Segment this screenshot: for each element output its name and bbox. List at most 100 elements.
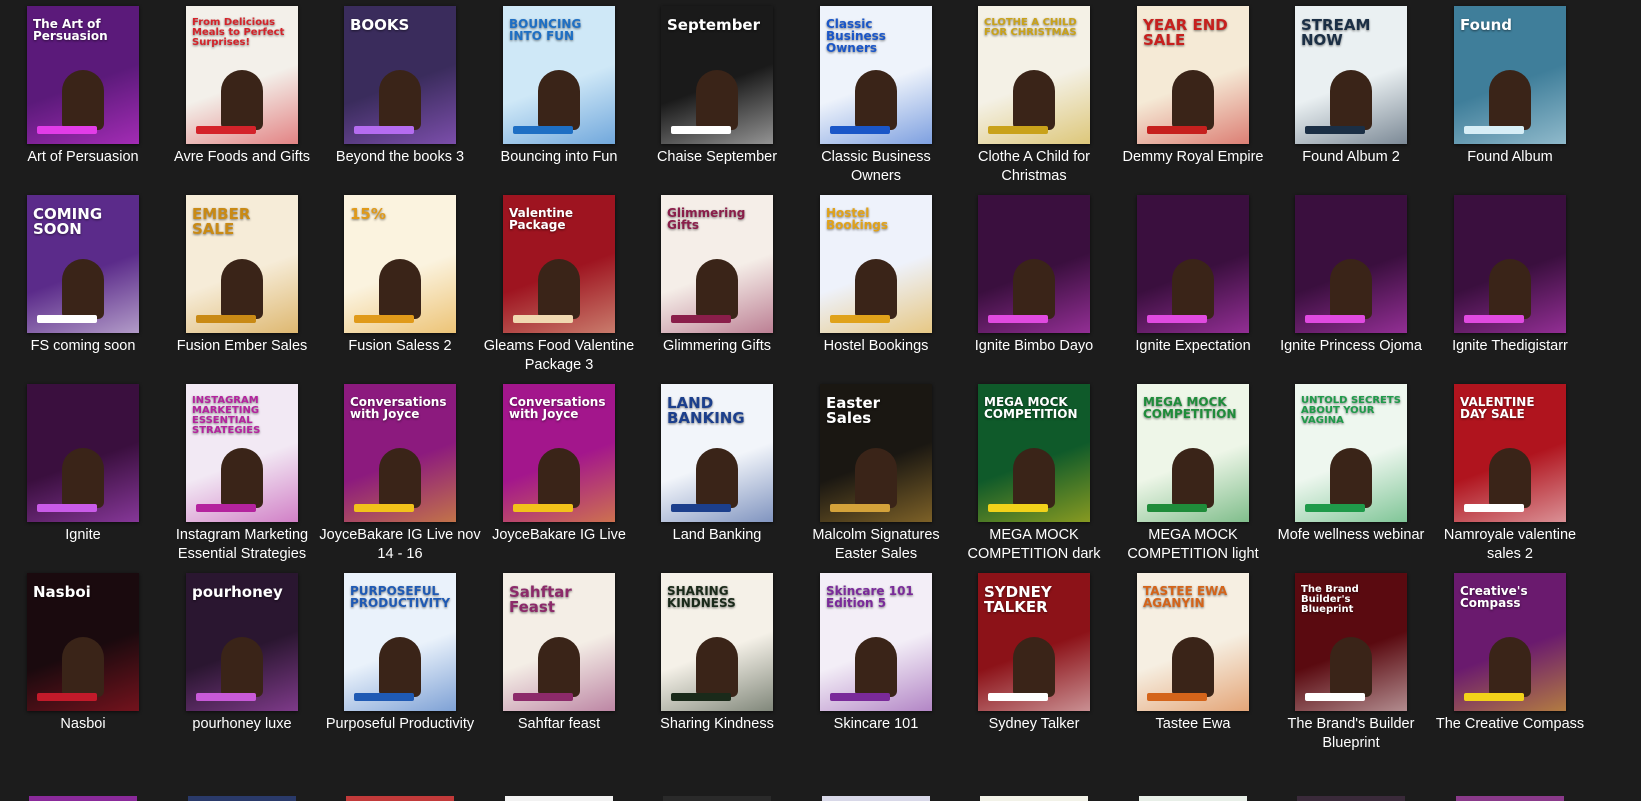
file-item[interactable]: Valentine Package Gleams Food Valentine P…	[476, 189, 642, 379]
image-thumbnail-icon[interactable]: STREAM NOW	[1295, 6, 1407, 144]
file-item[interactable]: LAND BANKING Land Banking	[634, 378, 800, 568]
file-item[interactable]: Ignite Bimbo Dayo	[951, 189, 1117, 379]
partial-thumbnail[interactable]	[1297, 796, 1405, 801]
file-item[interactable]: INSTAGRAM MARKETING ESSENTIAL STRATEGIES…	[159, 378, 325, 568]
file-item[interactable]: 15% Fusion Saless 2	[317, 189, 483, 379]
image-thumbnail-icon[interactable]: SHARING KINDNESS	[661, 573, 773, 711]
file-name-label[interactable]: Ignite	[0, 526, 166, 545]
file-item[interactable]: From Delicious Meals to Perfect Surprise…	[159, 0, 325, 190]
file-item[interactable]: Conversations with Joyce JoyceBakare IG L…	[317, 378, 483, 568]
file-item[interactable]: Ignite Princess Ojoma	[1268, 189, 1434, 379]
file-item[interactable]: pourhoney pourhoney luxe	[159, 567, 325, 757]
image-thumbnail-icon[interactable]: Glimmering Gifts	[661, 195, 773, 333]
image-thumbnail-icon[interactable]: PURPOSEFUL PRODUCTIVITY	[344, 573, 456, 711]
file-name-label[interactable]: JoyceBakare IG Live	[476, 526, 642, 545]
file-item[interactable]: BOUNCING INTO FUN Bouncing into Fun	[476, 0, 642, 190]
file-item[interactable]: Classic Business Owners Classic Business …	[793, 0, 959, 190]
file-name-label[interactable]: Ignite Bimbo Dayo	[951, 337, 1117, 356]
file-name-label[interactable]: Avre Foods and Gifts	[159, 148, 325, 167]
file-name-label[interactable]: pourhoney luxe	[159, 715, 325, 734]
image-thumbnail-icon[interactable]: Conversations with Joyce	[344, 384, 456, 522]
file-name-label[interactable]: Gleams Food Valentine Package 3	[476, 337, 642, 375]
file-item[interactable]: Creative's Compass The Creative Compass	[1427, 567, 1593, 757]
file-item[interactable]: Ignite Expectation	[1110, 189, 1276, 379]
file-name-label[interactable]: Found Album 2	[1268, 148, 1434, 167]
file-name-label[interactable]: Fusion Ember Sales	[159, 337, 325, 356]
file-item[interactable]: Sahftar Feast Sahftar feast	[476, 567, 642, 757]
image-thumbnail-icon[interactable]: Easter Sales	[820, 384, 932, 522]
partial-thumbnail[interactable]	[346, 796, 454, 801]
file-item[interactable]: EMBER SALE Fusion Ember Sales	[159, 189, 325, 379]
file-item[interactable]: The Art of Persuasion Art of Persuasion	[0, 0, 166, 190]
partial-thumbnail[interactable]	[505, 796, 613, 801]
file-name-label[interactable]: Malcolm Signatures Easter Sales	[793, 526, 959, 564]
file-item[interactable]: VALENTINE DAY SALE Namroyale valentine sa…	[1427, 378, 1593, 568]
image-thumbnail-icon[interactable]: EMBER SALE	[186, 195, 298, 333]
file-name-label[interactable]: Sydney Talker	[951, 715, 1117, 734]
file-name-label[interactable]: Fusion Saless 2	[317, 337, 483, 356]
image-thumbnail-icon[interactable]: Sahftar Feast	[503, 573, 615, 711]
file-name-label[interactable]: Clothe A Child for Christmas	[951, 148, 1117, 186]
file-item[interactable]: CLOTHE A CHILD FOR CHRISTMAS Clothe A Chi…	[951, 0, 1117, 190]
image-thumbnail-icon[interactable]: BOOKS	[344, 6, 456, 144]
file-name-label[interactable]: FS coming soon	[0, 337, 166, 356]
image-thumbnail-icon[interactable]: Conversations with Joyce	[503, 384, 615, 522]
file-name-label[interactable]: Demmy Royal Empire	[1110, 148, 1276, 167]
file-name-label[interactable]: Beyond the books 3	[317, 148, 483, 167]
image-thumbnail-icon[interactable]: Valentine Package	[503, 195, 615, 333]
image-thumbnail-icon[interactable]: VALENTINE DAY SALE	[1454, 384, 1566, 522]
image-thumbnail-icon[interactable]: Found	[1454, 6, 1566, 144]
file-item[interactable]: SYDNEY TALKER Sydney Talker	[951, 567, 1117, 757]
partial-thumbnail[interactable]	[663, 796, 771, 801]
partial-thumbnail[interactable]	[1139, 796, 1247, 801]
image-thumbnail-icon[interactable]	[27, 384, 139, 522]
file-name-label[interactable]: Ignite Expectation	[1110, 337, 1276, 356]
image-thumbnail-icon[interactable]: INSTAGRAM MARKETING ESSENTIAL STRATEGIES	[186, 384, 298, 522]
file-name-label[interactable]: The Brand's Builder Blueprint	[1268, 715, 1434, 753]
partial-thumbnail[interactable]	[822, 796, 930, 801]
file-name-label[interactable]: Sharing Kindness	[634, 715, 800, 734]
image-thumbnail-icon[interactable]: LAND BANKING	[661, 384, 773, 522]
file-item[interactable]: Nasboi Nasboi	[0, 567, 166, 757]
image-thumbnail-icon[interactable]: MEGA MOCK COMPETITION	[1137, 384, 1249, 522]
image-thumbnail-icon[interactable]: COMING SOON	[27, 195, 139, 333]
image-thumbnail-icon[interactable]: From Delicious Meals to Perfect Surprise…	[186, 6, 298, 144]
image-thumbnail-icon[interactable]: CLOTHE A CHILD FOR CHRISTMAS	[978, 6, 1090, 144]
file-item[interactable]: TASTEE EWA AGANYIN Tastee Ewa	[1110, 567, 1276, 757]
file-name-label[interactable]: Skincare 101	[793, 715, 959, 734]
image-thumbnail-icon[interactable]: The Art of Persuasion	[27, 6, 139, 144]
file-item[interactable]: BOOKS Beyond the books 3	[317, 0, 483, 190]
file-name-label[interactable]: Purposeful Productivity	[317, 715, 483, 734]
file-name-label[interactable]: MEGA MOCK COMPETITION dark	[951, 526, 1117, 564]
file-name-label[interactable]: Found Album	[1427, 148, 1593, 167]
file-item[interactable]: SHARING KINDNESS Sharing Kindness	[634, 567, 800, 757]
file-item[interactable]: STREAM NOW Found Album 2	[1268, 0, 1434, 190]
file-item[interactable]: YEAR END SALE Demmy Royal Empire	[1110, 0, 1276, 190]
file-name-label[interactable]: JoyceBakare IG Live nov 14 - 16	[317, 526, 483, 564]
image-thumbnail-icon[interactable]: Classic Business Owners	[820, 6, 932, 144]
file-item[interactable]: PURPOSEFUL PRODUCTIVITY Purposeful Produc…	[317, 567, 483, 757]
file-item[interactable]: The Brand Builder's Blueprint The Brand's…	[1268, 567, 1434, 757]
file-name-label[interactable]: Tastee Ewa	[1110, 715, 1276, 734]
image-thumbnail-icon[interactable]: SYDNEY TALKER	[978, 573, 1090, 711]
file-item[interactable]: Skincare 101 Edition 5 Skincare 101	[793, 567, 959, 757]
file-item[interactable]: Glimmering Gifts Glimmering Gifts	[634, 189, 800, 379]
image-thumbnail-icon[interactable]: Creative's Compass	[1454, 573, 1566, 711]
file-name-label[interactable]: Mofe wellness webinar	[1268, 526, 1434, 545]
file-item[interactable]: Ignite Thedigistarr	[1427, 189, 1593, 379]
image-thumbnail-icon[interactable]: MEGA MOCK COMPETITION	[978, 384, 1090, 522]
partial-thumbnail[interactable]	[29, 796, 137, 801]
file-item[interactable]: September Chaise September	[634, 0, 800, 190]
file-item[interactable]: Hostel Bookings Hostel Bookings	[793, 189, 959, 379]
image-thumbnail-icon[interactable]: Skincare 101 Edition 5	[820, 573, 932, 711]
file-item[interactable]: COMING SOON FS coming soon	[0, 189, 166, 379]
file-name-label[interactable]: Chaise September	[634, 148, 800, 167]
image-thumbnail-icon[interactable]: BOUNCING INTO FUN	[503, 6, 615, 144]
image-thumbnail-icon[interactable]	[1295, 195, 1407, 333]
file-name-label[interactable]: Classic Business Owners	[793, 148, 959, 186]
image-thumbnail-icon[interactable]: UNTOLD SECRETS ABOUT YOUR VAGINA	[1295, 384, 1407, 522]
file-name-label[interactable]: Nasboi	[0, 715, 166, 734]
file-name-label[interactable]: MEGA MOCK COMPETITION light	[1110, 526, 1276, 564]
partial-thumbnail[interactable]	[188, 796, 296, 801]
file-item[interactable]: Found Found Album	[1427, 0, 1593, 190]
